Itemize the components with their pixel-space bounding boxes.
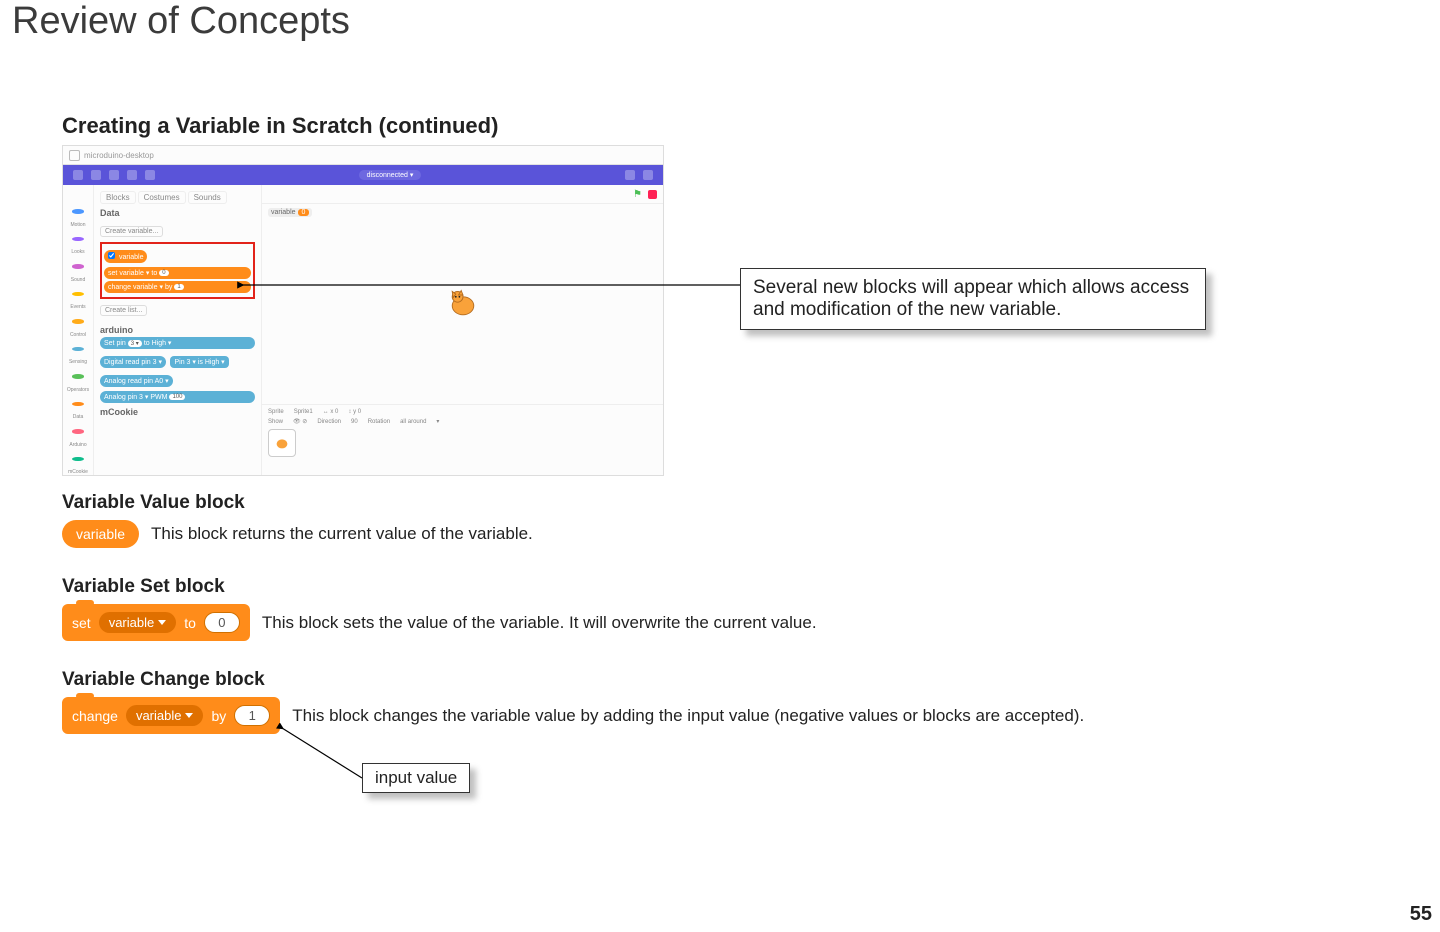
stage-panel: ⚑ variable 0 bbox=[262, 185, 663, 475]
change-value-input: 1 bbox=[234, 705, 270, 726]
window-tab-label: microduino-desktop bbox=[84, 151, 154, 160]
events-category-icon bbox=[72, 292, 84, 297]
set-pin-block: Set pin 3 ▾ to High ▾ bbox=[100, 337, 255, 349]
category-palette: Motion Looks Sound Events Control Sensin… bbox=[63, 185, 94, 475]
set-block-desc: This block sets the value of the variabl… bbox=[262, 613, 817, 633]
callout-input-value: input value bbox=[362, 763, 470, 793]
sound-category-icon bbox=[72, 264, 84, 269]
change-variable-block: change variable by 1 bbox=[62, 697, 280, 734]
category-header: Data bbox=[100, 208, 255, 218]
change-block-heading: Variable Change block bbox=[62, 669, 1440, 691]
section-heading: Creating a Variable in Scratch (continue… bbox=[62, 113, 1440, 139]
operators-category-icon bbox=[72, 374, 84, 379]
value-block-desc: This block returns the current value of … bbox=[151, 524, 533, 544]
set-value-input: 0 bbox=[204, 612, 240, 633]
toolbar-icon bbox=[109, 170, 119, 180]
variable-monitor: variable 0 bbox=[268, 208, 312, 217]
tab-blocks: Blocks bbox=[100, 191, 136, 204]
toolbar-icon bbox=[625, 170, 635, 180]
looks-category-icon bbox=[72, 237, 84, 242]
digital-read-block: Digital read pin 3 ▾ bbox=[100, 356, 166, 368]
highlight-box: variable set variable ▾ to 0 change vari… bbox=[100, 242, 255, 299]
stop-icon bbox=[648, 190, 657, 199]
pin-is-block: Pin 3 ▾ is High ▾ bbox=[170, 356, 228, 368]
block-list-panel: Blocks Costumes Sounds Data Create varia… bbox=[94, 185, 262, 475]
toolbar-icon bbox=[73, 170, 83, 180]
toolbar-icon bbox=[127, 170, 137, 180]
toolbar-icon bbox=[643, 170, 653, 180]
analog-pin-block: Analog pin 3 ▾ PWM 100 bbox=[100, 391, 255, 403]
sensing-category-icon bbox=[72, 347, 84, 352]
motion-category-icon bbox=[72, 209, 84, 214]
variable-checkbox bbox=[108, 252, 115, 259]
set-variable-block: set variable to 0 bbox=[62, 604, 250, 641]
set-block-mini: set variable ▾ to 0 bbox=[104, 267, 251, 279]
green-flag-icon: ⚑ bbox=[633, 189, 642, 200]
app-toolbar: disconnected ▾ bbox=[63, 165, 663, 185]
connection-badge: disconnected ▾ bbox=[359, 170, 422, 180]
sprite-thumbnail bbox=[268, 429, 296, 457]
scratch-window: microduino-desktop disconnected ▾ bbox=[62, 145, 664, 476]
dropdown-icon bbox=[185, 713, 193, 718]
value-block-heading: Variable Value block bbox=[62, 492, 1440, 514]
variable-reporter-block: variable bbox=[62, 520, 139, 548]
arduino-header: arduino bbox=[100, 325, 255, 335]
set-block-heading: Variable Set block bbox=[62, 576, 1440, 598]
input-value-arrow-icon bbox=[272, 723, 372, 783]
toolbar-icon bbox=[91, 170, 101, 180]
tab-costumes: Costumes bbox=[138, 191, 186, 204]
sprite-info-pane: Sprite Sprite1 ↔ x 0 ↕ y 0 Show 👁 ⊘ Dire… bbox=[262, 404, 663, 483]
mcookie-category-icon bbox=[72, 457, 84, 462]
page-title: Review of Concepts bbox=[12, 0, 1440, 43]
arduino-category-icon bbox=[72, 429, 84, 434]
create-list-button: Create list... bbox=[100, 305, 147, 316]
toolbar-icon bbox=[145, 170, 155, 180]
analog-read-block: Analog read pin A0 ▾ bbox=[100, 375, 173, 387]
callout-new-blocks: Several new blocks will appear which all… bbox=[740, 268, 1206, 330]
dropdown-icon bbox=[158, 620, 166, 625]
control-category-icon bbox=[72, 319, 84, 324]
page-number: 55 bbox=[1410, 903, 1432, 926]
variable-reporter-mini: variable bbox=[104, 250, 147, 263]
tab-sounds: Sounds bbox=[188, 191, 227, 204]
mcookie-header: mCookie bbox=[100, 407, 255, 417]
change-block-desc: This block changes the variable value by… bbox=[292, 706, 1084, 726]
data-category-icon bbox=[72, 402, 84, 407]
scratch-cat-icon bbox=[445, 286, 481, 322]
change-block-mini: change variable ▾ by 1 bbox=[104, 281, 251, 293]
document-icon bbox=[69, 150, 80, 161]
create-variable-button: Create variable... bbox=[100, 226, 163, 237]
